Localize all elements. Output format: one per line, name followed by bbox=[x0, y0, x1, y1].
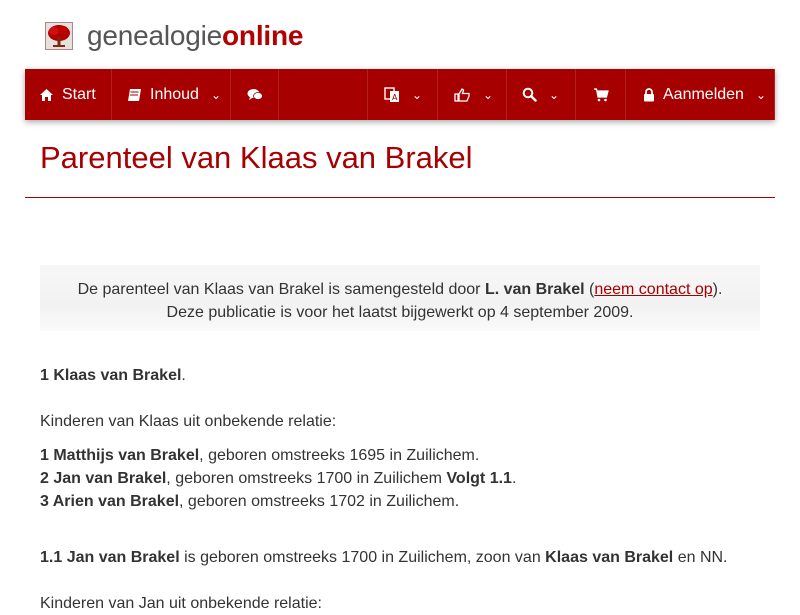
main-navbar: Start Inhoud ⌄ A ⌄ ⌄ ⌄ Aanmelden ⌄ bbox=[25, 69, 775, 120]
child-details: , geboren omstreeks 1695 in Zuilichem. bbox=[199, 447, 480, 464]
child-entry-end: . bbox=[511, 470, 517, 487]
nav-start[interactable]: Start bbox=[25, 69, 112, 120]
nav-language-dropdown[interactable]: A ⌄ bbox=[368, 69, 438, 120]
tree-logo-icon bbox=[45, 22, 73, 50]
contact-link[interactable]: neem contact op bbox=[594, 281, 712, 298]
nav-forum[interactable] bbox=[231, 69, 279, 120]
person-details: is geboren omstreeks 1700 in Zuilichem, … bbox=[179, 549, 546, 566]
person-name: 1.1 Jan van Brakel bbox=[40, 549, 180, 566]
person-entry: 1 Klaas van Brakel. bbox=[40, 364, 760, 387]
brand-name-part2: online bbox=[222, 20, 304, 51]
info-close-paren: ). bbox=[712, 281, 723, 298]
brand-name-part1: genealogie bbox=[87, 20, 223, 51]
cart-icon bbox=[593, 87, 609, 101]
person-entry-end: en NN. bbox=[673, 549, 728, 566]
svg-text:A: A bbox=[392, 93, 398, 102]
father-name: Klaas van Brakel bbox=[545, 549, 674, 566]
nav-inhoud-label: Inhoud bbox=[150, 85, 199, 103]
book-icon bbox=[128, 88, 141, 101]
share-icon bbox=[454, 87, 470, 102]
chevron-down-icon: ⌄ bbox=[483, 87, 494, 102]
nav-search-dropdown[interactable]: ⌄ bbox=[507, 69, 576, 120]
child-details: , geboren omstreeks 1700 in Zuilichem bbox=[166, 470, 447, 487]
genealogy-content: 1 Klaas van Brakel. Kinderen van Klaas u… bbox=[40, 364, 760, 615]
children-header: Kinderen van Klaas uit onbekende relatie… bbox=[40, 413, 337, 430]
page-title: Parenteel van Klaas van Brakel bbox=[40, 140, 473, 175]
info-open-paren: ( bbox=[584, 281, 595, 298]
publication-info-box: De parenteel van Klaas van Brakel is sam… bbox=[40, 265, 760, 331]
chevron-down-icon: ⌄ bbox=[210, 87, 221, 102]
person-entry-end: . bbox=[181, 367, 186, 384]
nav-spacer bbox=[279, 69, 368, 120]
info-prefix: De parenteel van Klaas van Brakel is sam… bbox=[77, 281, 485, 298]
nav-login-dropdown[interactable]: Aanmelden ⌄ bbox=[626, 69, 775, 120]
brand-name: genealogieonline bbox=[87, 20, 303, 52]
nav-inhoud-dropdown[interactable]: Inhoud ⌄ bbox=[112, 69, 231, 120]
child-entry: 1 Matthijs van Brakel, geboren omstreeks… bbox=[40, 444, 760, 467]
comments-icon bbox=[247, 88, 263, 100]
author-name: L. van Brakel bbox=[484, 281, 585, 298]
language-icon: A bbox=[384, 86, 399, 102]
child-name: 2 Jan van Brakel bbox=[40, 470, 167, 487]
home-icon bbox=[40, 88, 53, 101]
nav-cart[interactable] bbox=[576, 69, 626, 120]
follow-reference: Volgt 1.1 bbox=[446, 470, 512, 487]
nav-login-label: Aanmelden bbox=[663, 85, 744, 103]
lock-icon bbox=[644, 87, 654, 101]
info-line-2: Deze publicatie is voor het laatst bijge… bbox=[166, 304, 634, 321]
chevron-down-icon: ⌄ bbox=[549, 87, 560, 102]
children-header: Kinderen van Jan uit onbekende relatie: bbox=[40, 595, 322, 612]
chevron-down-icon: ⌄ bbox=[412, 87, 423, 102]
nav-share-dropdown[interactable]: ⌄ bbox=[438, 69, 507, 120]
title-divider bbox=[25, 197, 775, 198]
child-entry: 3 Arien van Brakel, geboren omstreeks 17… bbox=[40, 490, 760, 513]
chevron-down-icon: ⌄ bbox=[755, 87, 767, 102]
person-name: 1 Klaas van Brakel bbox=[40, 367, 182, 384]
person-entry: 1.1 Jan van Brakel is geboren omstreeks … bbox=[40, 546, 760, 569]
child-name: 3 Arien van Brakel bbox=[40, 493, 180, 510]
child-name: 1 Matthijs van Brakel bbox=[40, 447, 200, 464]
info-line-1: De parenteel van Klaas van Brakel is sam… bbox=[40, 278, 760, 301]
brand-logo-link[interactable]: genealogieonline bbox=[45, 16, 303, 56]
child-entry: 2 Jan van Brakel, geboren omstreeks 1700… bbox=[40, 467, 760, 490]
search-icon bbox=[522, 87, 537, 102]
child-details: , geboren omstreeks 1702 in Zuilichem. bbox=[179, 493, 460, 510]
nav-start-label: Start bbox=[62, 85, 96, 103]
